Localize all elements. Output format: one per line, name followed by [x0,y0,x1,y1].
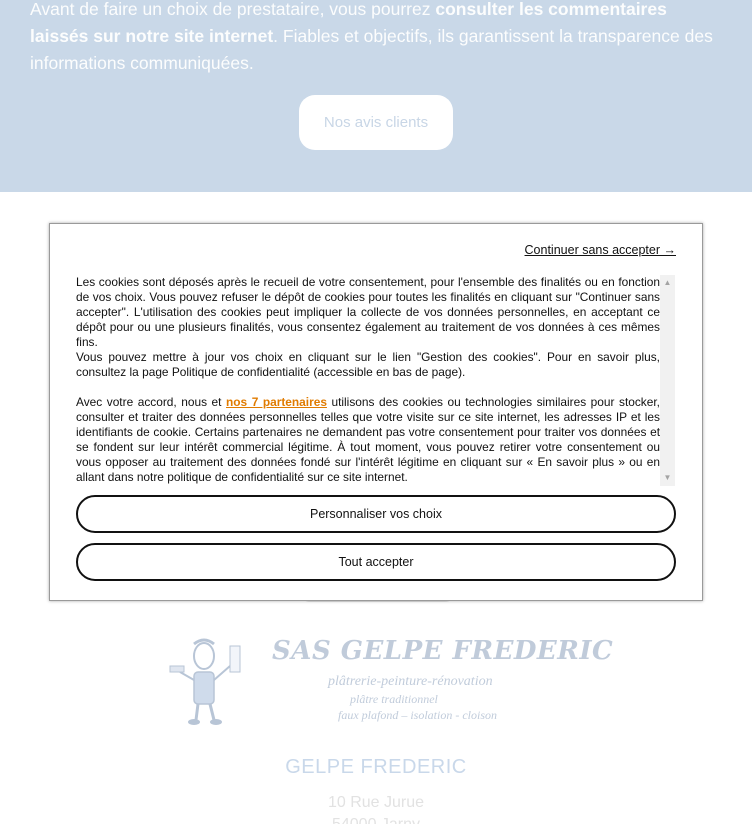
hero-section: Avant de faire un choix de prestataire, … [0,0,752,192]
logo-tagline: faux plafond – isolation - cloison [338,708,497,722]
scroll-thumb[interactable] [662,291,673,469]
logo-tagline: plâtrerie-peinture-rénovation [328,674,493,689]
logo-name: SAS GELPE FREDERIC [272,636,614,666]
hero-text: Avant de faire un choix de prestataire, … [30,0,730,77]
company-logo: SAS GELPE FREDERIC plâtrerie-peinture-ré… [168,636,613,728]
reviews-button[interactable]: Nos avis clients [299,95,453,150]
accept-all-button[interactable]: Tout accepter [76,543,676,581]
address-line: 10 Rue Jurue [327,794,425,811]
cookie-paragraph: Vous pouvez mettre à jour vos choix en c… [76,350,660,379]
scroll-down-arrow-icon[interactable]: ▼ [660,473,675,483]
cookie-consent-dialog: Continuer sans accepter → Les cookies so… [49,223,703,601]
text-scrollbar[interactable]: ▲ ▼ [660,275,675,486]
hero-text-part: Avant de faire un choix de prestataire, … [30,0,436,19]
customize-choices-button[interactable]: Personnaliser vos choix [76,495,676,533]
cookie-text-part: Avec votre accord, nous et [76,395,227,409]
continue-without-accepting-link[interactable]: Continuer sans accepter → [525,243,676,257]
scroll-up-arrow-icon[interactable]: ▲ [660,278,675,288]
partners-link[interactable]: nos 7 partenaires [226,395,327,409]
cookie-text-area[interactable]: Les cookies sont déposés après le recuei… [76,275,660,486]
company-name: GELPE FREDERIC [285,756,467,778]
address-line: 54000 Jarny [0,816,752,824]
logo-tagline: plâtre traditionnel [350,692,438,706]
cookie-paragraph: Avec votre accord, nous et nos 7 partena… [76,395,660,485]
cookie-paragraph: Les cookies sont déposés après le recuei… [76,275,660,349]
plasterer-mascot-icon [169,638,241,725]
